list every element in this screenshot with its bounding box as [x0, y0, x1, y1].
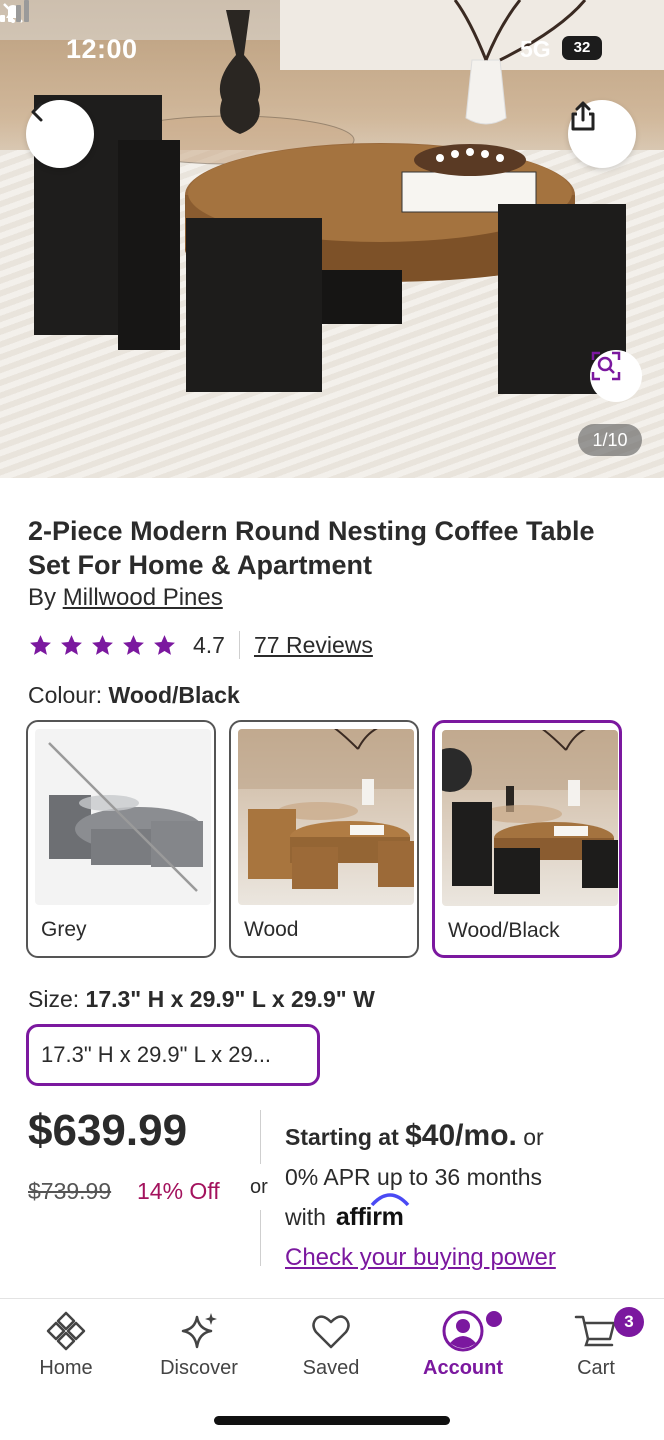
- affirm-wordmark: affirm: [335, 1203, 404, 1231]
- nav-home[interactable]: Home: [0, 1309, 132, 1385]
- visual-search-button[interactable]: [590, 350, 642, 402]
- heart-icon: [312, 1315, 350, 1349]
- financing-offer: Starting at $40/mo. or 0% APR up to 36 m…: [285, 1116, 635, 1278]
- financing-line-1: Starting at $40/mo. or: [285, 1116, 635, 1157]
- status-bar: 12:00 5G 32: [0, 0, 664, 96]
- colour-option-label: Wood: [244, 918, 299, 941]
- nav-discover-label: Discover: [160, 1357, 238, 1379]
- star-icon: [30, 634, 51, 655]
- nav-cart-label: Cart: [577, 1357, 615, 1379]
- brand-line: By Millwood Pines: [28, 584, 223, 612]
- network-type: 5G: [520, 36, 551, 62]
- account-icon: [442, 1310, 484, 1352]
- back-button[interactable]: [26, 100, 94, 168]
- sparkle-icon: [181, 1313, 217, 1349]
- colour-option-wood[interactable]: Wood: [229, 720, 419, 958]
- nav-home-label: Home: [39, 1357, 93, 1379]
- size-option-chip[interactable]: 17.3" H x 29.9" L x 29...: [26, 1024, 320, 1086]
- original-price: $739.99: [28, 1178, 112, 1204]
- star-icon: [61, 634, 82, 655]
- status-time: 12:00: [66, 34, 138, 64]
- colour-option-grey[interactable]: Grey: [26, 720, 216, 958]
- nav-account-label: Account: [423, 1357, 503, 1379]
- share-button[interactable]: [568, 100, 636, 168]
- size-selected-value: 17.3" H x 29.9" L x 29.9" W: [85, 986, 375, 1012]
- colour-selected-value: Wood/Black: [108, 682, 240, 708]
- swatch-image: [238, 729, 414, 905]
- cart-icon: [574, 1315, 616, 1347]
- divider: [238, 631, 240, 659]
- affirm-logo: affirm: [335, 1193, 410, 1237]
- divider: [260, 1110, 261, 1164]
- visual-search-icon: [591, 351, 621, 381]
- affirm-row: with affirm: [285, 1193, 635, 1237]
- home-indicator[interactable]: [214, 1416, 450, 1425]
- or-word: or: [523, 1124, 544, 1150]
- swatch-image: [35, 729, 211, 905]
- nav-saved[interactable]: Saved: [265, 1309, 397, 1385]
- monthly-price: $40/mo.: [405, 1119, 517, 1152]
- size-label: Size: 17.3" H x 29.9" L x 29.9" W: [28, 986, 375, 1013]
- divider: [260, 1210, 261, 1266]
- size-label-text: Size:: [28, 986, 80, 1012]
- check-buying-power-link[interactable]: Check your buying power: [285, 1244, 556, 1271]
- colour-option-label: Wood/Black: [448, 919, 560, 942]
- home-icon: [46, 1311, 86, 1351]
- nav-saved-label: Saved: [302, 1357, 360, 1379]
- star-rating: [28, 633, 177, 658]
- swatch-image: [442, 730, 618, 906]
- starting-at-text: Starting at: [285, 1124, 399, 1150]
- with-word: with: [285, 1204, 326, 1230]
- notification-dot: [486, 1311, 502, 1327]
- or-separator: or: [250, 1176, 268, 1198]
- star-icon: [92, 634, 113, 655]
- product-image[interactable]: 12:00 5G 32 1/10: [0, 0, 664, 478]
- nav-account[interactable]: Account: [397, 1309, 529, 1385]
- cart-count-badge: 3: [614, 1307, 644, 1337]
- star-icon: [154, 634, 175, 655]
- image-counter: 1/10: [578, 424, 642, 456]
- colour-label-text: Colour:: [28, 682, 103, 708]
- product-title: 2-Piece Modern Round Nesting Coffee Tabl…: [28, 516, 595, 580]
- rating-row: 4.7 77 Reviews: [28, 628, 373, 662]
- battery-indicator: 32: [562, 36, 602, 60]
- brand-link[interactable]: Millwood Pines: [63, 584, 223, 611]
- colour-label: Colour: Wood/Black: [28, 682, 240, 709]
- nav-cart[interactable]: 3 Cart: [530, 1307, 662, 1385]
- rating-value: 4.7: [193, 631, 225, 658]
- reviews-link[interactable]: 77 Reviews: [254, 632, 373, 659]
- signal-icon: [0, 0, 29, 22]
- by-prefix: By: [28, 584, 57, 611]
- affirm-arc-icon: [370, 1193, 410, 1207]
- colour-option-wood-black[interactable]: Wood/Black: [432, 720, 622, 958]
- chevron-left-icon: [31, 102, 43, 122]
- star-icon: [123, 634, 144, 655]
- discount-badge: 14% Off: [137, 1178, 220, 1204]
- current-price: $639.99: [28, 1106, 188, 1155]
- nav-discover[interactable]: Discover: [133, 1309, 265, 1385]
- colour-option-label: Grey: [41, 918, 87, 941]
- share-icon: [571, 101, 595, 131]
